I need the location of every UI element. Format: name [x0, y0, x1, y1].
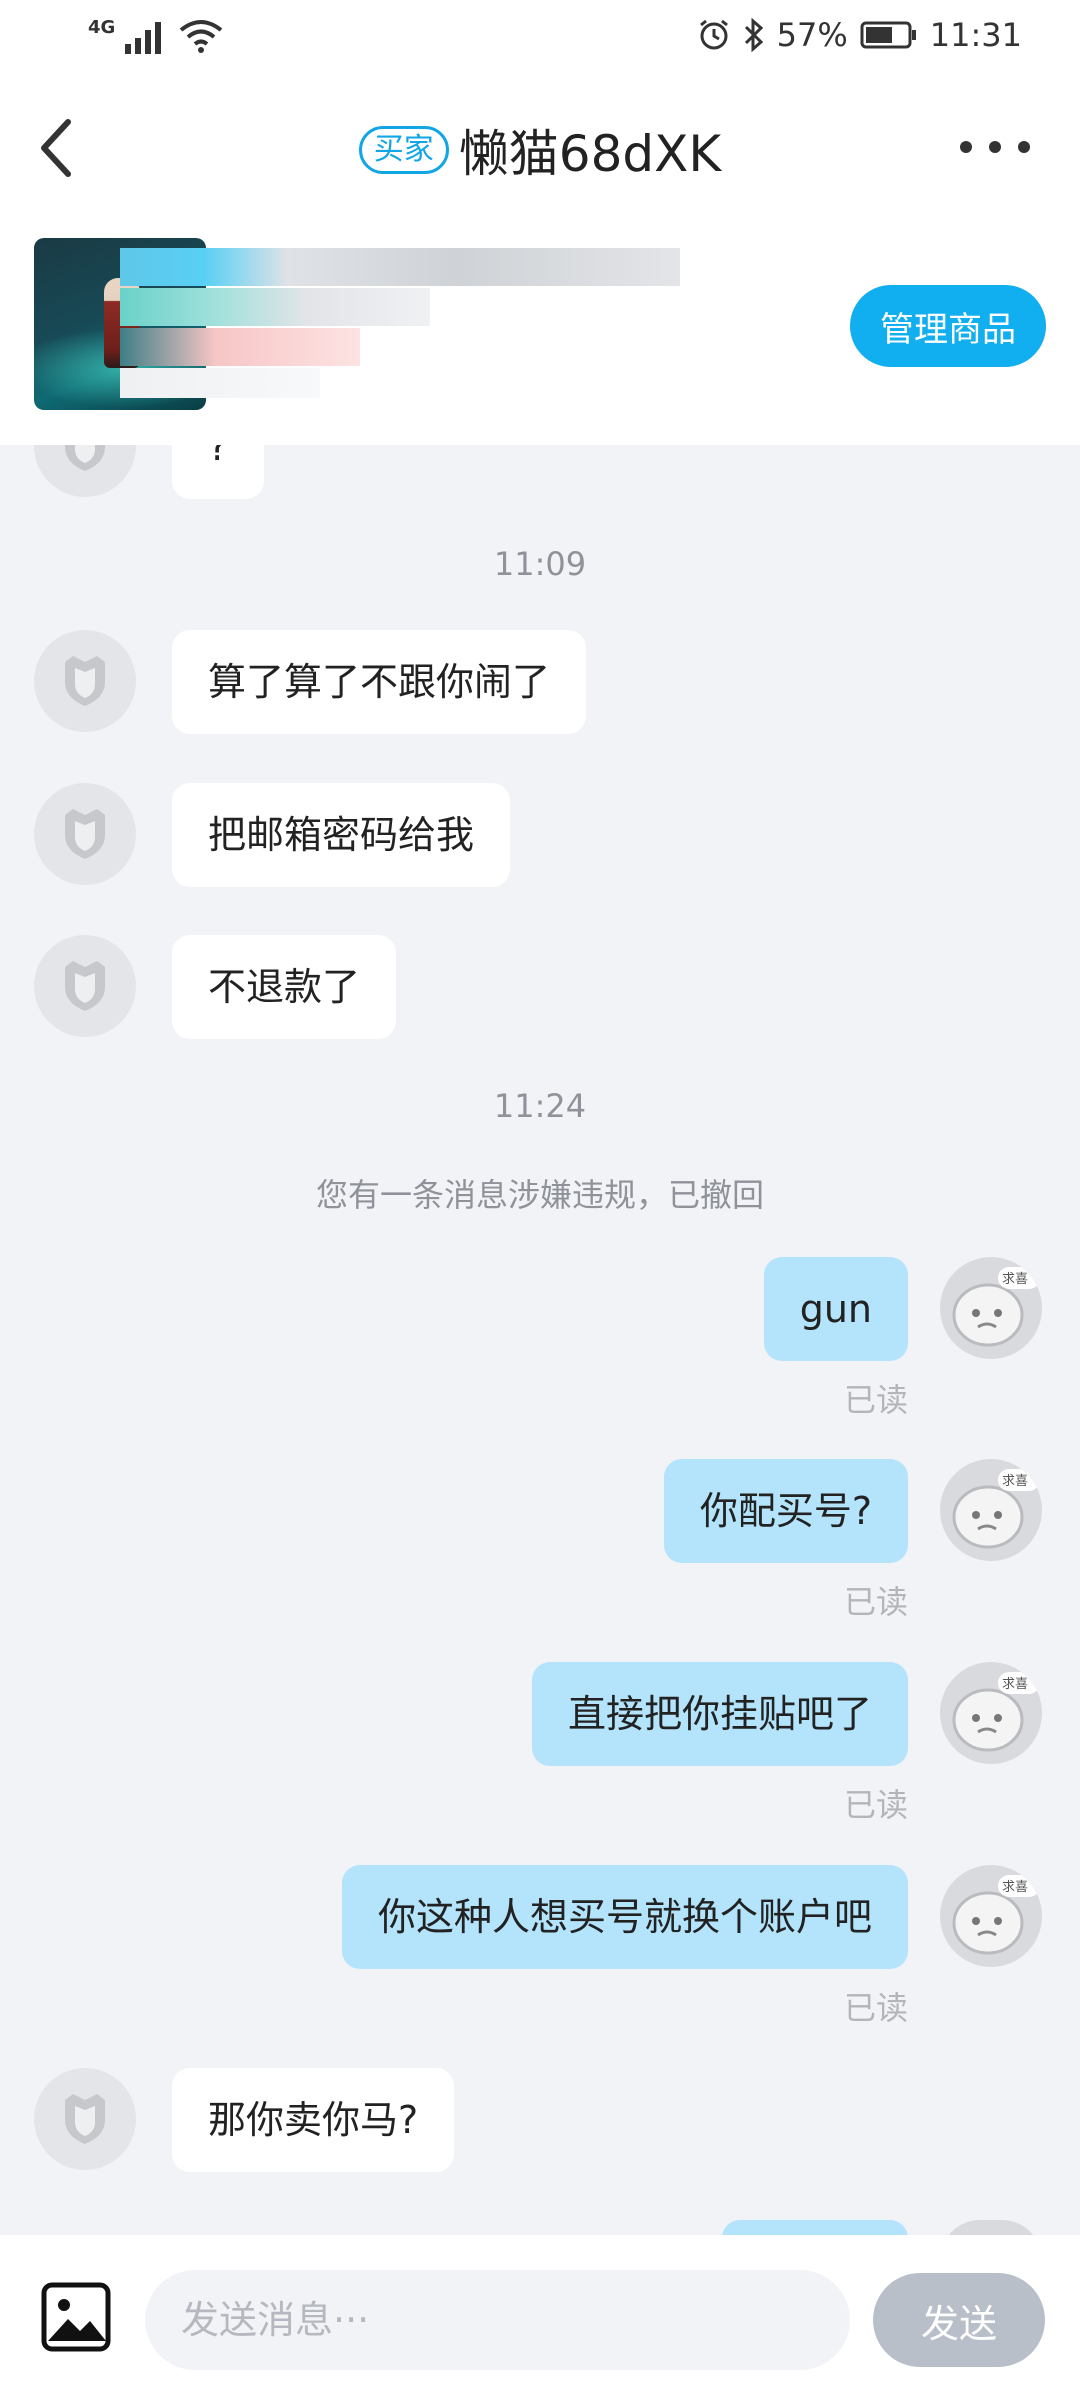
pixelated-product-info	[120, 248, 800, 423]
alarm-icon	[699, 19, 728, 50]
shield-icon	[65, 961, 105, 1011]
more-dot-icon	[960, 141, 972, 153]
avatar[interactable]	[34, 2068, 136, 2170]
read-status: 已读	[843, 1583, 908, 1621]
recall-notice: 您有一条消息涉嫌违规，已撤回	[315, 1176, 764, 1214]
network-type: 4G	[88, 17, 116, 38]
self-avatar-partial[interactable]	[940, 2220, 1042, 2235]
message-row: 求喜 gun 已读	[0, 1257, 1080, 1419]
bluetooth-icon	[744, 18, 763, 52]
title-area: 买家 懒猫68dXK	[0, 114, 1080, 186]
timestamp: 11:09	[493, 545, 587, 583]
message-bubble[interactable]: 那你卖你马?	[172, 2068, 455, 2172]
message-bubble[interactable]: 不退款了	[172, 935, 397, 1039]
self-avatar[interactable]: 求喜	[940, 1865, 1042, 1967]
message-row: 求喜 你这种人想买号就换个账户吧 已读	[0, 1865, 1080, 2027]
signal-icon	[125, 22, 162, 54]
shield-icon	[65, 2094, 105, 2144]
status-right: 57% 11:31	[697, 16, 1022, 54]
avatar-caption: 求喜	[1002, 1272, 1028, 1287]
avatar-caption: 求喜	[1002, 1677, 1028, 1692]
message-bubble[interactable]: 直接把你挂贴吧了	[531, 1662, 908, 1766]
cartoon-face-icon: 求喜	[952, 1672, 1040, 1752]
read-status: 已读	[843, 1786, 908, 1824]
page-title: 懒猫68dXK	[458, 125, 722, 183]
cartoon-face-icon: 求喜	[952, 1875, 1040, 1955]
more-dot-icon	[989, 141, 1001, 153]
more-dot-icon	[1018, 141, 1030, 153]
message-bubble[interactable]: 你这种人想买号就换个账户吧	[341, 1865, 908, 1969]
message-bubble-partial[interactable]	[722, 2220, 908, 2235]
image-picker-button[interactable]	[40, 2281, 112, 2353]
avatar-caption: 求喜	[1002, 1474, 1028, 1489]
message-bubble[interactable]: 你配买号?	[663, 1459, 908, 1563]
message-row: 求喜 直接把你挂贴吧了 已读	[0, 1662, 1080, 1824]
message-row: 不退款了	[0, 935, 1080, 1045]
shield-icon	[65, 445, 105, 471]
avatar[interactable]	[34, 783, 136, 885]
message-row: ?	[0, 445, 1080, 545]
read-status: 已读	[843, 1381, 908, 1419]
message-bubble[interactable]: 算了算了不跟你闹了	[172, 630, 587, 734]
message-list[interactable]: ? 11:09 算了算了不跟你闹了 把邮箱密码给我 不退款了 11:24 您有一…	[0, 445, 1080, 2235]
read-status: 已读	[843, 1989, 908, 2027]
more-button[interactable]	[960, 132, 1030, 162]
avatar[interactable]	[34, 935, 136, 1037]
input-bar: 发送	[0, 2235, 1080, 2400]
self-avatar[interactable]: 求喜	[940, 1459, 1042, 1561]
battery-icon	[860, 21, 916, 49]
cartoon-face-icon: 求喜	[952, 1267, 1040, 1347]
timestamp: 11:24	[493, 1087, 587, 1125]
self-avatar[interactable]: 求喜	[940, 1662, 1042, 1764]
message-input[interactable]	[145, 2270, 850, 2370]
clock: 11:31	[929, 16, 1022, 54]
message-row-partial	[0, 2220, 1080, 2235]
avatar[interactable]	[34, 630, 136, 732]
product-card[interactable]: 管理商品	[0, 220, 1080, 445]
message-row: 算了算了不跟你闹了	[0, 630, 1080, 740]
message-row: 求喜 你配买号? 已读	[0, 1459, 1080, 1621]
shield-icon	[65, 656, 105, 706]
wifi-icon	[180, 20, 223, 53]
message-row: 那你卖你马?	[0, 2068, 1080, 2178]
self-avatar[interactable]: 求喜	[940, 1257, 1042, 1359]
image-icon	[41, 2282, 111, 2352]
message-row: 把邮箱密码给我	[0, 783, 1080, 893]
signal-indicators: 4G	[88, 17, 223, 54]
battery-percent: 57%	[776, 16, 848, 54]
cartoon-face-icon: 求喜	[952, 1469, 1040, 1549]
send-button[interactable]: 发送	[873, 2273, 1045, 2367]
avatar-caption: 求喜	[1002, 1880, 1028, 1895]
message-bubble[interactable]: gun	[763, 1257, 908, 1361]
message-bubble[interactable]: ?	[172, 445, 265, 499]
manage-products-button[interactable]: 管理商品	[850, 285, 1046, 367]
avatar[interactable]	[34, 445, 136, 497]
status-bar: 4G 57% 11:31	[0, 0, 1080, 80]
buyer-badge: 买家	[358, 126, 449, 174]
message-bubble[interactable]: 把邮箱密码给我	[172, 783, 511, 887]
shield-icon	[65, 809, 105, 859]
chat-header: 买家 懒猫68dXK	[0, 80, 1080, 220]
